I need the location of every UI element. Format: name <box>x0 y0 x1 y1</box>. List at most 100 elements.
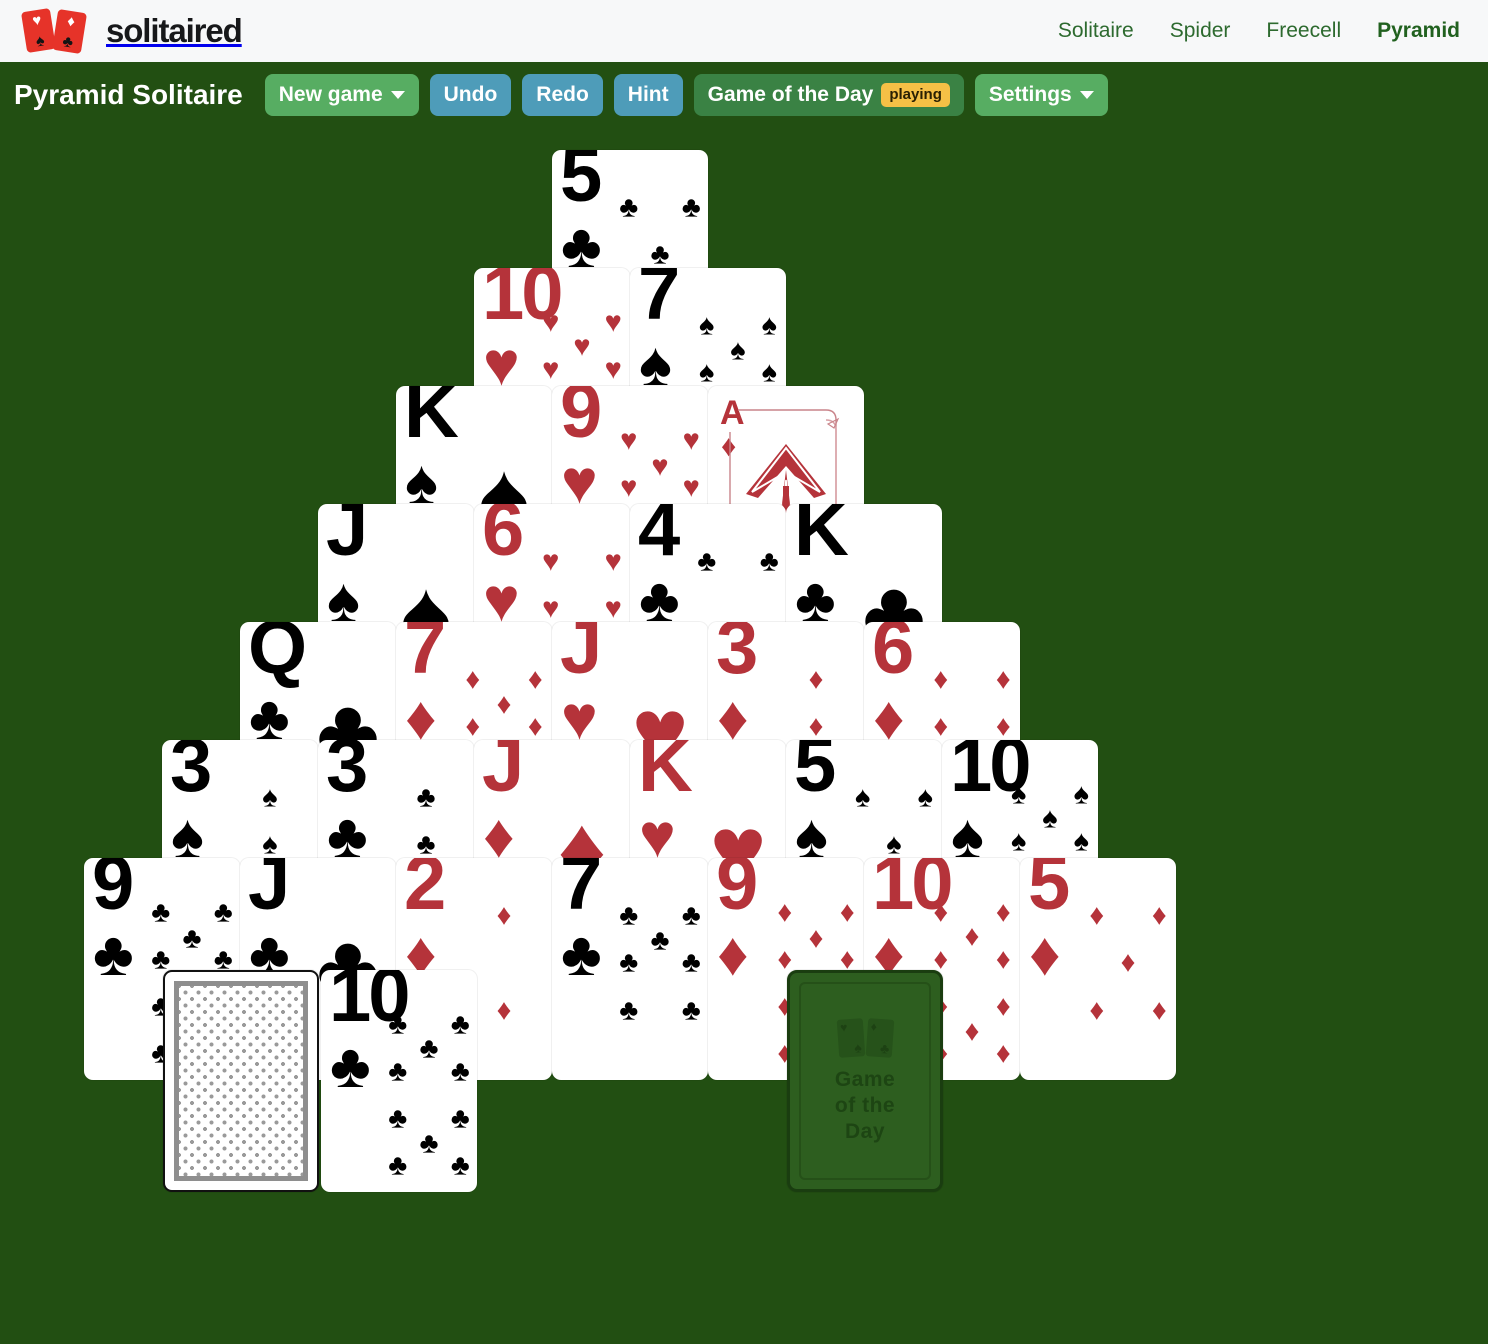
pip-spades: ♠ <box>761 356 777 389</box>
pip-diamonds: ♦ <box>465 710 481 743</box>
pip-spades: ♠ <box>886 828 902 861</box>
pip-spades: ♠ <box>1042 802 1058 835</box>
pip-clubs: ♣ <box>151 896 171 928</box>
card-rank: K <box>638 740 693 808</box>
pip-spades: ♠ <box>699 356 715 389</box>
pip-diamonds: ♦ <box>808 710 824 743</box>
heart-icon: ♥ <box>31 11 43 30</box>
card-rank: 3 <box>170 740 212 808</box>
card-rank: J <box>482 740 524 808</box>
playing-card[interactable]: 5 ♦ ♦ ♦ ♦ ♦ ♦ <box>1020 858 1176 1080</box>
card-rank: 9 <box>560 386 602 454</box>
card-rank: 7 <box>638 268 680 336</box>
nav-link-solitaire[interactable]: Solitaire <box>1058 19 1134 43</box>
pip-clubs: ♣ <box>213 896 233 928</box>
pip-clubs: ♣ <box>419 1127 439 1159</box>
pip-diamonds: ♦ <box>1151 994 1167 1026</box>
pip-hearts: ♥ <box>620 424 638 456</box>
pip-diamonds: ♦ <box>933 896 949 928</box>
pip-spades: ♠ <box>1073 825 1089 858</box>
pip-hearts: ♥ <box>682 471 700 504</box>
pip-clubs: ♣ <box>388 1055 408 1088</box>
card-rank: J <box>560 622 602 690</box>
pip-clubs: ♣ <box>450 1008 470 1040</box>
pip-clubs: ♣ <box>681 191 701 224</box>
chevron-down-icon <box>390 91 405 99</box>
undo-button[interactable]: Undo <box>429 74 512 116</box>
hint-button[interactable]: Hint <box>613 74 683 116</box>
club-icon: ♣ <box>61 33 75 52</box>
stock-pile[interactable] <box>163 970 319 1192</box>
pip-clubs: ♣ <box>388 1149 408 1182</box>
pip-spades: ♠ <box>855 781 871 814</box>
pip-hearts: ♥ <box>542 353 560 386</box>
pip-clubs: ♣ <box>419 1032 439 1065</box>
playing-card[interactable]: 10 ♣ ♣ ♣ ♣ ♣ ♣ ♣ ♣ ♣ ♣ ♣ <box>321 970 477 1192</box>
redo-button[interactable]: Redo <box>522 74 603 116</box>
pip-spades: ♠ <box>262 828 278 861</box>
card-rank: 6 <box>482 504 524 572</box>
game-of-the-day-button[interactable]: Game of the Day playing <box>693 74 964 116</box>
card-rank: 7 <box>404 622 446 690</box>
new-game-button[interactable]: New game <box>264 74 419 116</box>
pip-clubs: ♣ <box>697 545 717 578</box>
card-suit-icon: ♣ <box>330 1032 371 1101</box>
gotd-line-1: Game <box>834 1067 896 1091</box>
pip-hearts: ♥ <box>604 306 622 338</box>
top-navigation-bar: ♥ ♠ ♦ ♣ solitaired Solitaire Spider Free… <box>0 0 1488 62</box>
chevron-down-icon <box>1079 91 1094 99</box>
card-rank: 5 <box>1028 858 1070 926</box>
pip-grid: ♣ ♣ ♣ ♣ ♣ ♣ ♣ <box>614 901 706 1077</box>
settings-label: Settings <box>988 83 1072 107</box>
nav-link-spider[interactable]: Spider <box>1170 19 1231 43</box>
game-of-the-day-placeholder[interactable]: ♥ ♠ ♦ ♣ Game of the Day <box>787 970 943 1192</box>
nav-link-pyramid[interactable]: Pyramid <box>1377 19 1460 43</box>
pip-diamonds: ♦ <box>1151 899 1167 932</box>
card-rank: K <box>404 386 459 454</box>
pip-spades: ♠ <box>917 781 933 814</box>
pip-diamonds: ♦ <box>995 943 1011 976</box>
card-rank: 9 <box>716 858 758 926</box>
pip-grid: ♣ ♣ ♣ ♣ ♣ ♣ ♣ ♣ ♣ ♣ <box>383 1010 475 1189</box>
pip-clubs: ♣ <box>650 238 670 271</box>
card-rank: 2 <box>404 858 446 926</box>
card-back-icon <box>174 981 308 1181</box>
new-game-label: New game <box>278 83 383 107</box>
pip-diamonds: ♦ <box>933 663 949 696</box>
pip-diamonds: ♦ <box>995 1037 1011 1070</box>
pip-clubs: ♣ <box>388 1102 408 1135</box>
card-rank: 4 <box>638 504 680 572</box>
pip-diamonds: ♦ <box>465 663 481 696</box>
pip-clubs: ♣ <box>619 191 639 224</box>
pip-clubs: ♣ <box>388 1008 408 1040</box>
pip-diamonds: ♦ <box>496 899 512 932</box>
pip-diamonds: ♦ <box>964 920 980 953</box>
pip-hearts: ♥ <box>573 330 591 363</box>
game-links: Solitaire Spider Freecell Pyramid <box>1058 19 1460 43</box>
settings-button[interactable]: Settings <box>974 74 1108 116</box>
nav-link-freecell[interactable]: Freecell <box>1266 19 1341 43</box>
gotd-line-3: Day <box>844 1120 886 1144</box>
pip-spades: ♠ <box>761 309 777 342</box>
card-suit-icon: ♦ <box>1029 920 1061 989</box>
pip-clubs: ♣ <box>450 1149 470 1182</box>
pip-diamonds: ♦ <box>777 896 793 928</box>
pip-hearts: ♥ <box>620 471 638 504</box>
game-table[interactable]: 5 ♣ ♣♣♣♣♣ 10 ♥ ♥♥♥♥♥♥♥♥♥♥ 7 ♠ ♠♠♠♠♠♠♠ K … <box>0 128 1488 1344</box>
pip-hearts: ♥ <box>604 545 622 578</box>
card-rank: 9 <box>92 858 134 926</box>
pip-spades: ♠ <box>1011 825 1027 858</box>
pip-hearts: ♥ <box>651 450 669 483</box>
pip-diamonds: ♦ <box>995 710 1011 743</box>
brand-name: solitaired <box>106 12 243 49</box>
pip-hearts: ♥ <box>604 353 622 386</box>
brand-logo-link[interactable]: ♥ ♠ ♦ ♣ solitaired <box>20 7 243 55</box>
pip-diamonds: ♦ <box>839 896 855 928</box>
playing-card[interactable]: 7 ♣ ♣ ♣ ♣ ♣ ♣ ♣ ♣ <box>552 858 708 1080</box>
spade-icon: ♠ <box>34 32 46 51</box>
pip-spades: ♠ <box>730 334 746 366</box>
card-rank: 3 <box>716 622 758 690</box>
pip-diamonds: ♦ <box>496 994 512 1026</box>
pip-diamonds: ♦ <box>995 663 1011 696</box>
pip-clubs: ♣ <box>759 545 779 578</box>
